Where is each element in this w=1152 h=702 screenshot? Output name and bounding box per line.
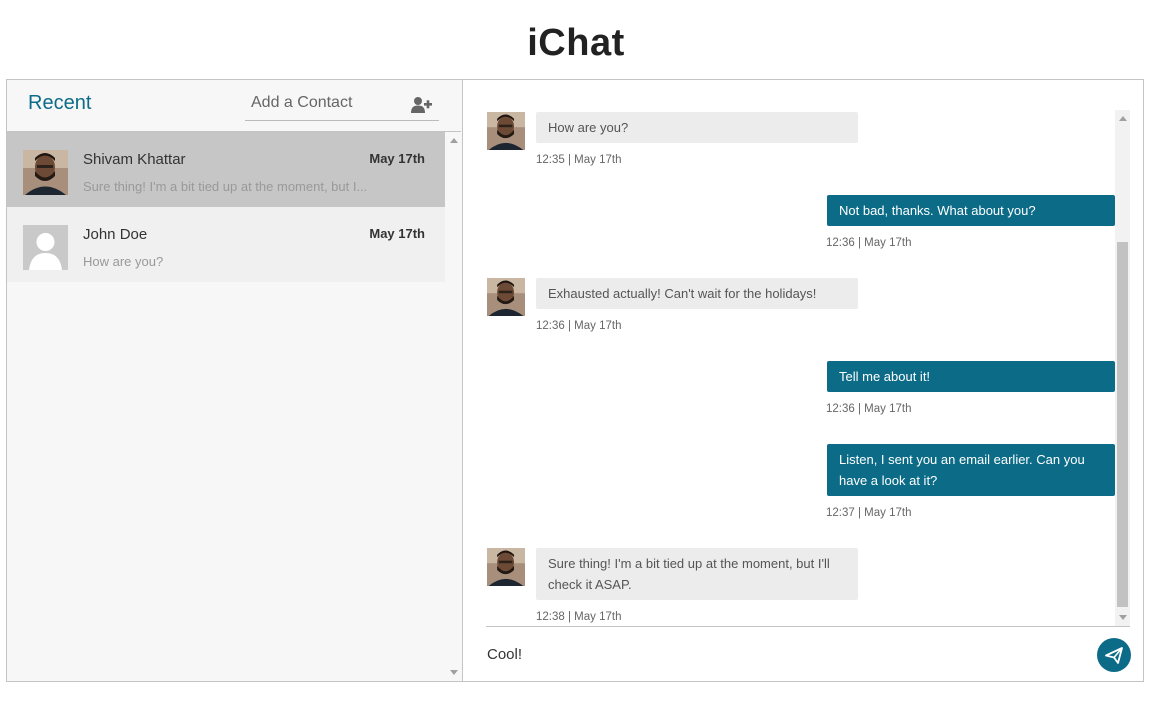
avatar [487, 278, 525, 316]
chat-window: Recent Add a Contact Shivam Khattar May … [6, 79, 1144, 682]
message-timestamp: 12:36 | May 17th [826, 237, 912, 249]
send-icon [1105, 647, 1123, 664]
message-bubble: Sure thing! I'm a bit tied up at the mom… [536, 548, 858, 600]
message-list: How are you? 12:35 | May 17th Not bad, t… [462, 108, 1115, 624]
default-user-icon [23, 225, 68, 270]
message-timestamp: 12:37 | May 17th [826, 507, 912, 519]
contact-list: Shivam Khattar May 17th Sure thing! I'm … [7, 132, 445, 680]
message-bubble: Listen, I sent you an email earlier. Can… [827, 444, 1115, 496]
contact-date: May 17th [369, 151, 425, 166]
app-title: iChat [527, 22, 625, 64]
messages-scrollbar[interactable] [1115, 110, 1130, 626]
contact-date: May 17th [369, 226, 425, 241]
contact-preview: Sure thing! I'm a bit tied up at the mom… [83, 179, 368, 194]
scroll-up-icon[interactable] [1119, 116, 1127, 121]
message-bubble: Tell me about it! [827, 361, 1115, 392]
contact-item-john-doe[interactable]: John Doe May 17th How are you? [7, 207, 445, 282]
conversation-panel: How are you? 12:35 | May 17th Not bad, t… [462, 80, 1143, 681]
contact-name: John Doe [83, 226, 148, 243]
add-contact-field [245, 90, 439, 121]
scroll-down-icon[interactable] [450, 670, 458, 675]
contact-name: Shivam Khattar [83, 151, 186, 168]
contacts-header: Recent [7, 80, 461, 132]
message-timestamp: 12:36 | May 17th [826, 403, 912, 415]
message-timestamp: 12:35 | May 17th [536, 154, 622, 166]
avatar [487, 548, 525, 586]
composer-divider [486, 626, 1130, 627]
scroll-down-icon[interactable] [1119, 615, 1127, 620]
recent-title: Recent [28, 92, 92, 114]
message-input[interactable] [487, 642, 1047, 666]
message-bubble: Not bad, thanks. What about you? [827, 195, 1115, 226]
message-timestamp: 12:36 | May 17th [536, 320, 622, 332]
add-contact-input[interactable] [245, 90, 401, 112]
message-bubble: How are you? [536, 112, 858, 143]
avatar-shivam-khattar [23, 150, 68, 195]
contact-item-shivam-khattar[interactable]: Shivam Khattar May 17th Sure thing! I'm … [7, 132, 445, 207]
send-button[interactable] [1097, 638, 1131, 672]
scroll-up-icon[interactable] [450, 138, 458, 143]
contact-preview: How are you? [83, 254, 164, 269]
message-bubble: Exhausted actually! Can't wait for the h… [536, 278, 858, 309]
scrollbar-thumb[interactable] [1117, 242, 1128, 607]
contacts-panel: Recent Add a Contact Shivam Khattar May … [7, 80, 463, 681]
avatar [487, 112, 525, 150]
contacts-scrollbar[interactable] [446, 132, 461, 681]
message-timestamp: 12:38 | May 17th [536, 611, 622, 623]
add-user-icon[interactable] [411, 96, 433, 114]
